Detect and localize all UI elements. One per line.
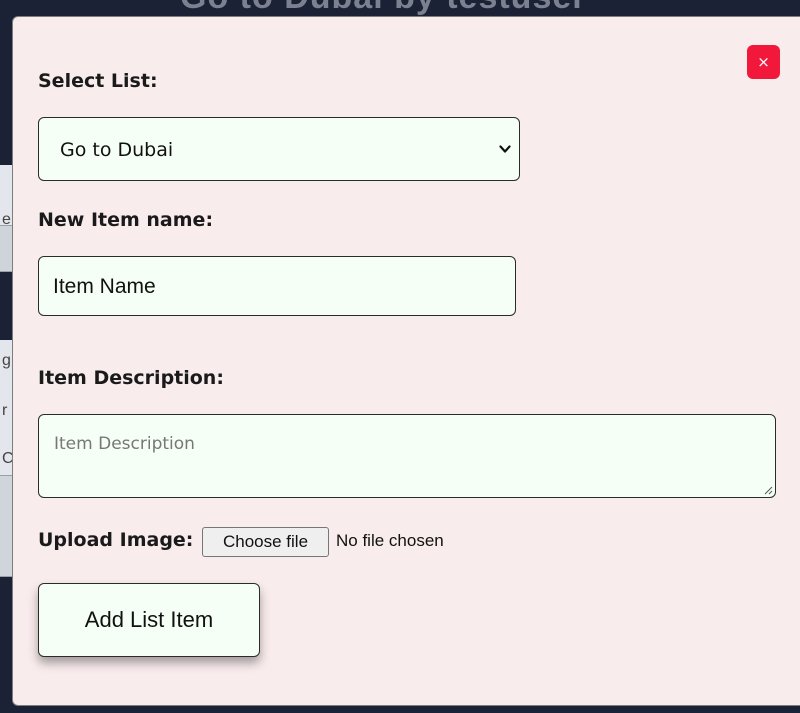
background-card-text: r — [2, 402, 8, 419]
file-status-text: No file chosen — [336, 531, 444, 550]
item-name-label: New Item name: — [38, 209, 214, 231]
close-button[interactable]: × — [747, 45, 780, 79]
close-icon: × — [757, 53, 770, 71]
resize-handle-icon[interactable] — [763, 485, 773, 495]
add-list-item-modal: × Select List: Go to Dubai New Item name… — [12, 16, 800, 706]
item-description-label: Item Description: — [38, 367, 224, 389]
item-description-placeholder: Item Description — [54, 434, 195, 454]
background-card-text: g — [2, 352, 11, 369]
item-name-value: Item Name — [53, 275, 156, 298]
list-select-value: Go to Dubai — [60, 139, 174, 161]
select-list-label: Select List: — [38, 70, 158, 92]
upload-image-label: Upload Image: — [38, 529, 194, 551]
choose-file-button[interactable]: Choose file — [202, 527, 329, 557]
add-list-item-button[interactable]: Add List Item — [38, 583, 260, 657]
chevron-down-icon — [499, 145, 511, 153]
item-name-input[interactable]: Item Name — [38, 256, 516, 316]
list-select[interactable]: Go to Dubai — [38, 117, 520, 181]
item-description-textarea[interactable]: Item Description — [38, 414, 776, 498]
background-page-title: Go to Dubai by testuser — [180, 0, 587, 17]
